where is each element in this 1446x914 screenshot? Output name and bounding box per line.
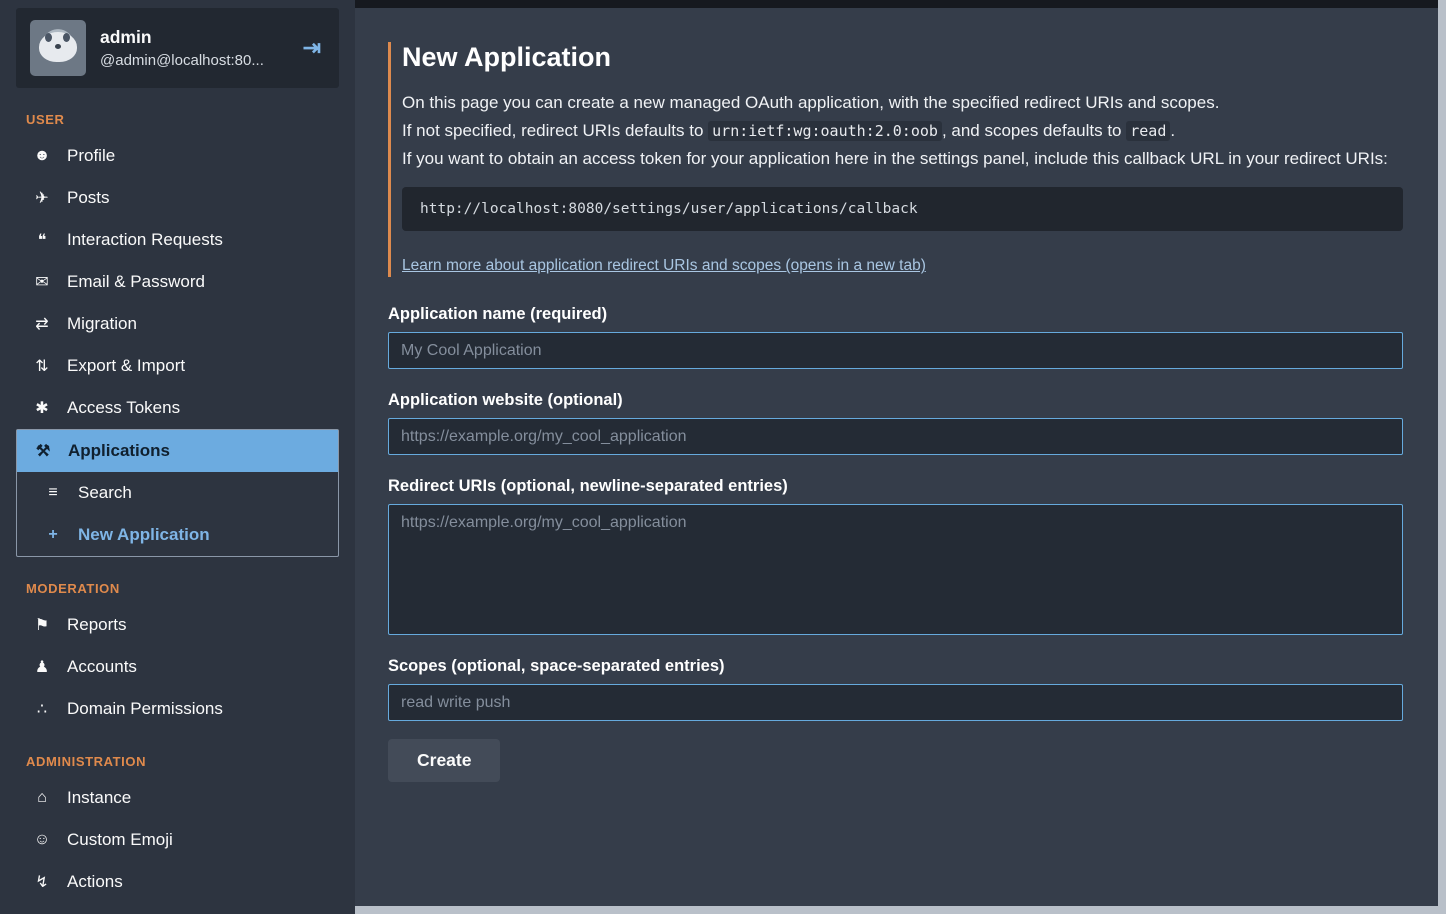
application-name-input[interactable] xyxy=(388,332,1403,369)
sidebar: admin @admin@localhost:80... ⇥ USER ☻ Pr… xyxy=(0,0,355,914)
comment-icon: ❝ xyxy=(32,230,52,250)
sidebar-item-label: Profile xyxy=(67,146,115,166)
intro-line-2-post: . xyxy=(1170,121,1175,140)
file-export-icon: ⇅ xyxy=(32,356,52,376)
sidebar-nav: USER ☻ Profile ✈ Posts ❝ Interaction Req… xyxy=(0,112,355,903)
sidebar-item-email-password[interactable]: ✉ Email & Password xyxy=(16,261,339,303)
sidebar-item-label: Domain Permissions xyxy=(67,699,223,719)
page-header: New Application On this page you can cre… xyxy=(388,42,1403,277)
section-label-moderation: MODERATION xyxy=(26,581,339,596)
envelope-icon: ✉ xyxy=(32,272,52,292)
read-code: read xyxy=(1126,121,1170,141)
intro-line-2-pre: If not specified, redirect URIs defaults… xyxy=(402,121,708,140)
user-icon: ☻ xyxy=(32,147,52,165)
sidebar-item-label: Instance xyxy=(67,788,131,808)
user-meta: admin @admin@localhost:80... xyxy=(100,27,285,69)
new-application-form: Application name (required) Application … xyxy=(388,305,1403,782)
avatar-eye xyxy=(63,33,70,42)
sidebar-item-label: Access Tokens xyxy=(67,398,180,418)
sidebar-item-applications-search[interactable]: ≡ Search xyxy=(17,472,338,514)
learn-more-link[interactable]: Learn more about application redirect UR… xyxy=(402,257,926,275)
callback-url-code-block[interactable]: http://localhost:8080/settings/user/appl… xyxy=(402,187,1403,231)
applications-group: ⚒ Applications ≡ Search + New Applicatio… xyxy=(16,429,339,557)
bolt-icon: ↯ xyxy=(32,872,52,892)
sidebar-item-custom-emoji[interactable]: ☺ Custom Emoji xyxy=(16,819,339,861)
sidebar-item-access-tokens[interactable]: ✱ Access Tokens xyxy=(16,387,339,429)
sidebar-item-accounts[interactable]: ♟ Accounts xyxy=(16,646,339,688)
sidebar-item-label: Reports xyxy=(67,615,127,635)
sidebar-item-label: Applications xyxy=(68,441,170,461)
sidebar-item-actions[interactable]: ↯ Actions xyxy=(16,861,339,903)
logout-icon[interactable]: ⇥ xyxy=(299,31,325,65)
intro-line-1: On this page you can create a new manage… xyxy=(402,91,1403,115)
intro-line-2: If not specified, redirect URIs defaults… xyxy=(402,119,1403,143)
application-name-label: Application name (required) xyxy=(388,305,1403,324)
paper-plane-icon: ✈ xyxy=(32,188,52,208)
oob-code: urn:ietf:wg:oauth:2.0:oob xyxy=(708,121,942,141)
user-handle: @admin@localhost:80... xyxy=(100,52,285,69)
vertical-scrollbar[interactable] xyxy=(1438,0,1446,914)
users-icon: ♟ xyxy=(32,657,52,677)
smiley-icon: ☺ xyxy=(32,831,52,849)
sitemap-icon: ⌂ xyxy=(32,789,52,807)
intro-text: On this page you can create a new manage… xyxy=(402,91,1403,171)
sidebar-item-posts[interactable]: ✈ Posts xyxy=(16,177,339,219)
intro-line-2-mid: , and scopes defaults to xyxy=(942,121,1126,140)
share-nodes-icon: ∴ xyxy=(32,699,52,719)
sidebar-item-label: Search xyxy=(78,483,132,503)
scopes-label: Scopes (optional, space-separated entrie… xyxy=(388,657,1403,676)
plus-icon: + xyxy=(43,526,63,544)
sidebar-item-instance[interactable]: ⌂ Instance xyxy=(16,777,339,819)
sidebar-item-label: Actions xyxy=(67,872,123,892)
sidebar-item-label: Email & Password xyxy=(67,272,205,292)
main-panel: New Application On this page you can cre… xyxy=(355,8,1438,906)
sidebar-item-migration[interactable]: ⇄ Migration xyxy=(16,303,339,345)
exchange-arrows-icon: ⇄ xyxy=(32,314,52,334)
certificate-icon: ✱ xyxy=(32,398,52,418)
intro-line-3: If you want to obtain an access token fo… xyxy=(402,147,1403,171)
wrench-icon: ⚒ xyxy=(33,441,53,461)
sidebar-item-label: Accounts xyxy=(67,657,137,677)
sidebar-item-label: New Application xyxy=(78,525,210,545)
scopes-input[interactable] xyxy=(388,684,1403,721)
avatar-eye xyxy=(45,33,52,42)
sidebar-item-interaction-requests[interactable]: ❝ Interaction Requests xyxy=(16,219,339,261)
sidebar-item-label: Migration xyxy=(67,314,137,334)
section-label-administration: ADMINISTRATION xyxy=(26,754,339,769)
avatar xyxy=(30,20,86,76)
sidebar-item-label: Custom Emoji xyxy=(67,830,173,850)
horizontal-scrollbar[interactable] xyxy=(355,906,1446,914)
create-button[interactable]: Create xyxy=(388,739,500,782)
page-title: New Application xyxy=(402,42,1403,73)
sidebar-item-export-import[interactable]: ⇅ Export & Import xyxy=(16,345,339,387)
sidebar-item-label: Interaction Requests xyxy=(67,230,223,250)
sidebar-item-label: Posts xyxy=(67,188,110,208)
sidebar-item-profile[interactable]: ☻ Profile xyxy=(16,135,339,177)
section-label-user: USER xyxy=(26,112,339,127)
user-card[interactable]: admin @admin@localhost:80... ⇥ xyxy=(16,8,339,88)
redirect-uris-textarea[interactable] xyxy=(388,504,1403,635)
sidebar-item-new-application[interactable]: + New Application xyxy=(17,514,338,556)
sidebar-item-applications[interactable]: ⚒ Applications xyxy=(17,430,338,472)
sidebar-item-reports[interactable]: ⚑ Reports xyxy=(16,604,339,646)
user-name: admin xyxy=(100,27,285,48)
application-website-label: Application website (optional) xyxy=(388,391,1403,410)
redirect-uris-label: Redirect URIs (optional, newline-separat… xyxy=(388,477,1403,496)
sidebar-item-label: Export & Import xyxy=(67,356,185,376)
list-icon: ≡ xyxy=(43,484,63,502)
sidebar-item-domain-permissions[interactable]: ∴ Domain Permissions xyxy=(16,688,339,730)
avatar-nose xyxy=(55,44,61,49)
application-website-input[interactable] xyxy=(388,418,1403,455)
flag-icon: ⚑ xyxy=(32,615,52,635)
